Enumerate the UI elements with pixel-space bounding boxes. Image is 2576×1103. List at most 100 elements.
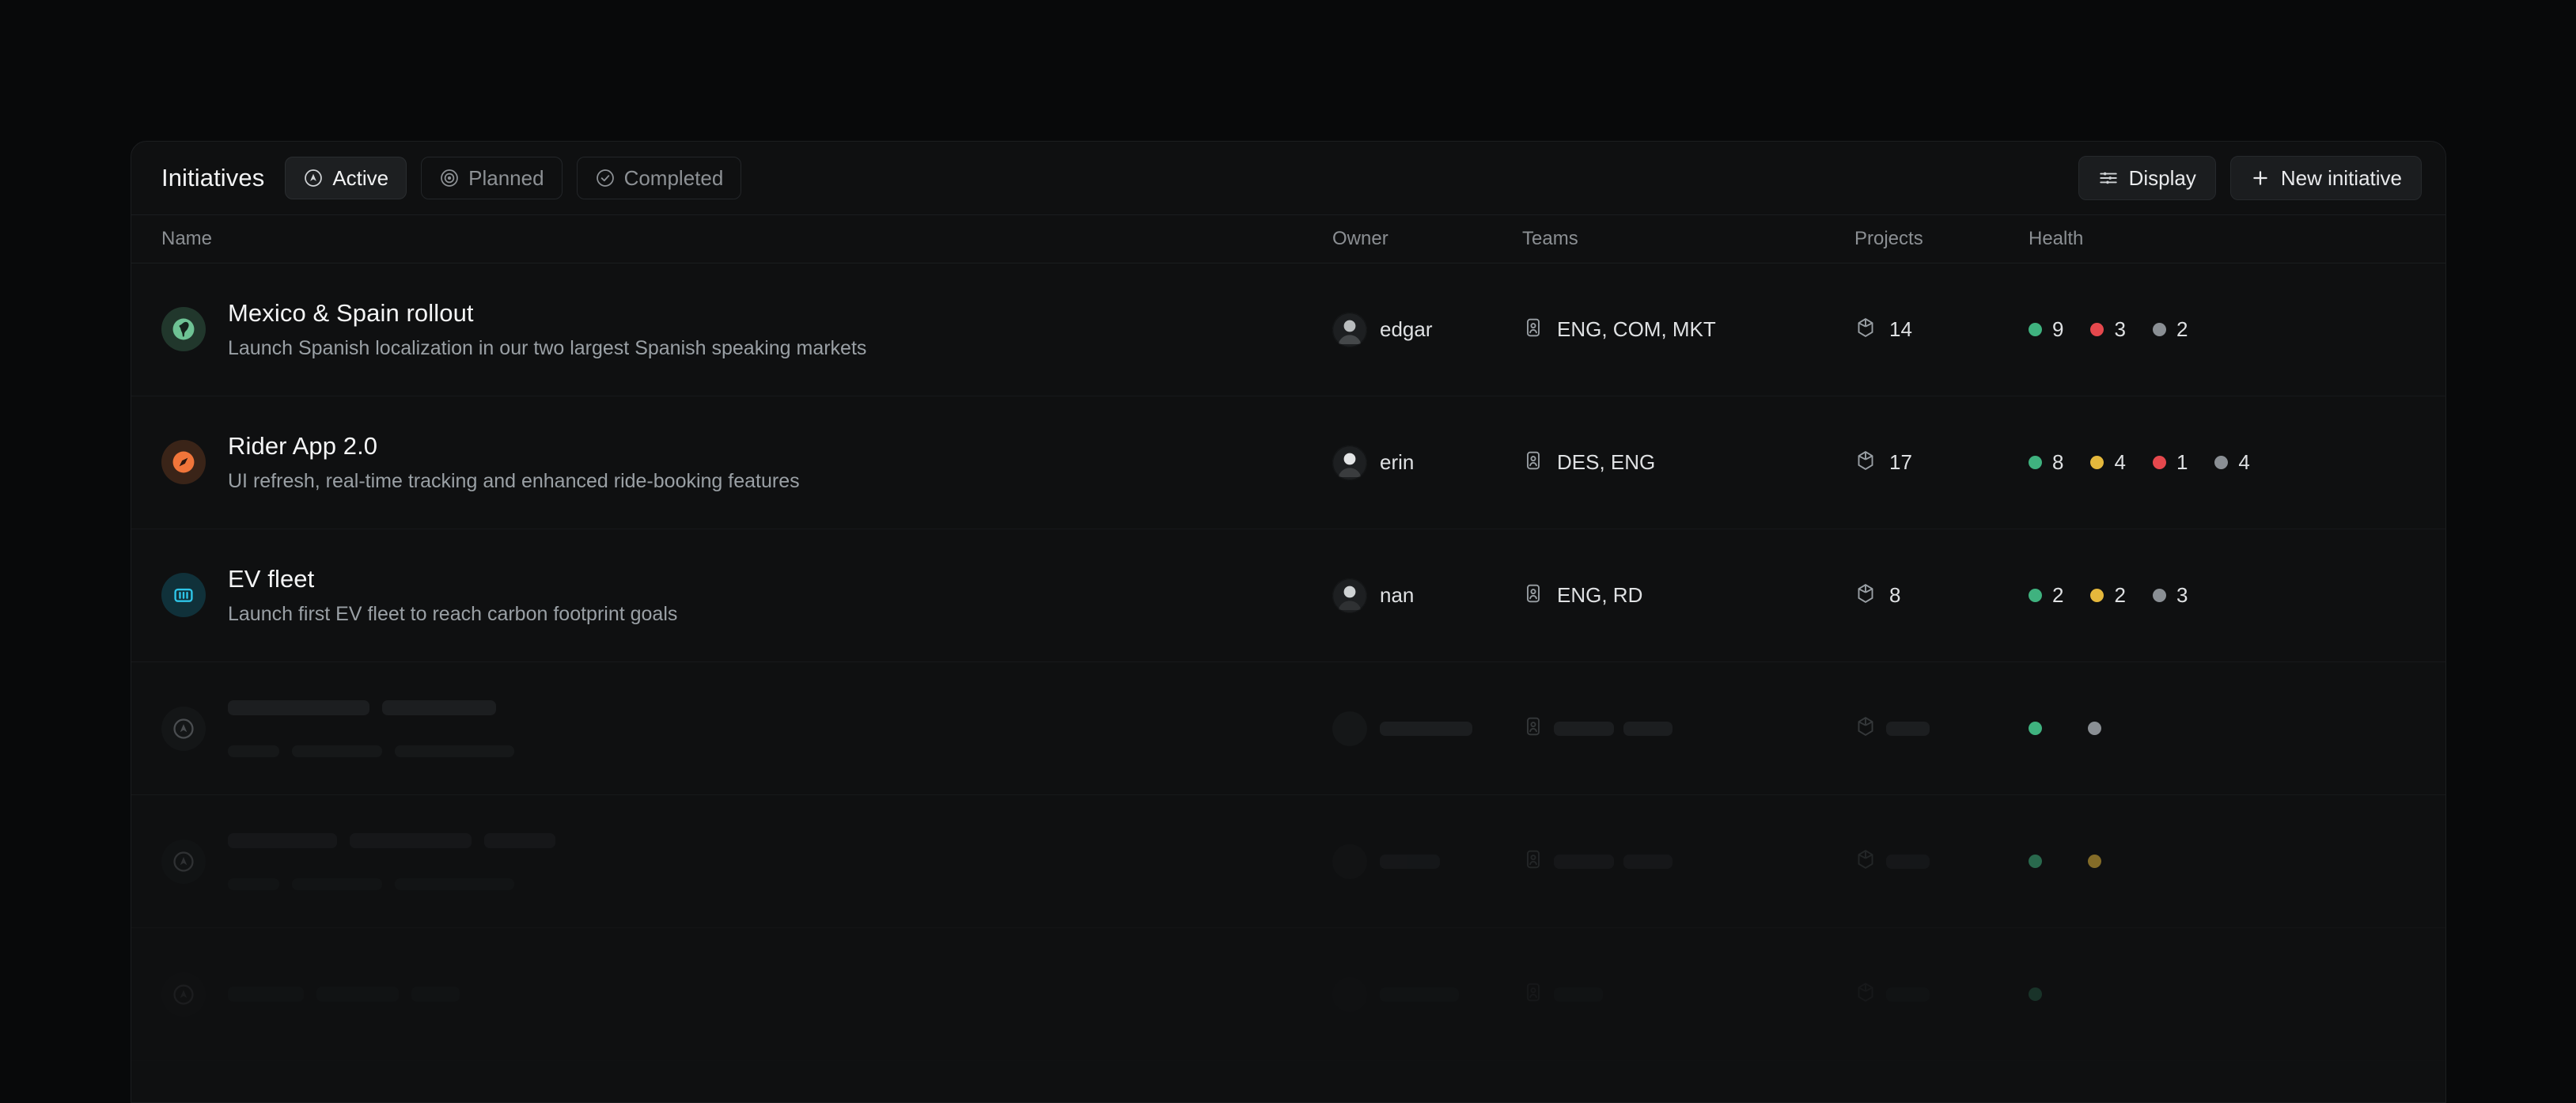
cell-projects[interactable]: 17: [1854, 449, 2029, 476]
app-root: Initiatives Active: [0, 0, 2576, 1103]
filter-tab-planned[interactable]: Planned: [421, 157, 562, 199]
skeleton-bar: [1554, 855, 1614, 869]
skeleton-desc-line: [228, 878, 555, 890]
column-header-teams[interactable]: Teams: [1522, 228, 1854, 250]
avatar-placeholder: [1332, 977, 1367, 1012]
project-cube-icon: [1854, 316, 1877, 343]
cell-owner[interactable]: edgar: [1332, 313, 1522, 347]
skeleton-bar: [1380, 855, 1440, 869]
health-count: 3: [2176, 583, 2188, 608]
team-badge-icon: [1522, 715, 1544, 741]
health-dot: [2153, 456, 2166, 469]
skeleton-bar: [1623, 722, 1673, 736]
health-dot: [2153, 589, 2166, 602]
project-cube-icon: [1854, 848, 1877, 874]
table-row-loading: [131, 795, 2445, 928]
projects-count: 8: [1889, 583, 1900, 608]
filter-tab-active[interactable]: Active: [285, 157, 407, 199]
initiative-description: UI refresh, real-time tracking and enhan…: [228, 470, 800, 493]
health-dot: [2090, 589, 2104, 602]
health-dot: [2214, 456, 2228, 469]
skeleton-bar: [395, 745, 514, 757]
target-circle-icon: [439, 168, 460, 188]
project-cube-icon: [1854, 715, 1877, 741]
table-row[interactable]: Rider App 2.0UI refresh, real-time track…: [131, 396, 2445, 529]
cell-name: EV fleetLaunch first EV fleet to reach c…: [161, 565, 1332, 625]
projects-count: 14: [1889, 317, 1912, 342]
cell-teams[interactable]: ENG, COM, MKT: [1522, 316, 1854, 343]
cell-teams: [1522, 981, 1854, 1007]
skeleton-bar: [1554, 987, 1603, 1002]
health-group: [2029, 987, 2042, 1001]
project-cube-icon: [1854, 981, 1877, 1007]
owner-name: erin: [1380, 450, 1414, 475]
health-dot: [2029, 855, 2042, 868]
cell-teams[interactable]: ENG, RD: [1522, 582, 1854, 608]
cell-name: [161, 700, 1332, 757]
cell-name: Mexico & Spain rolloutLaunch Spanish loc…: [161, 299, 1332, 359]
skeleton-title-line: [228, 987, 460, 1002]
skeleton-bar: [228, 745, 279, 757]
health-dot: [2029, 722, 2042, 735]
health-group: [2029, 855, 2101, 868]
health-item: 3: [2090, 317, 2125, 342]
initiatives-card: Initiatives Active: [131, 141, 2446, 1103]
cell-owner: [1332, 844, 1522, 879]
cell-projects: [1854, 981, 2029, 1007]
column-header-projects[interactable]: Projects: [1854, 228, 2029, 250]
health-item: 2: [2029, 583, 2063, 608]
display-button[interactable]: Display: [2078, 156, 2216, 200]
health-item: 9: [2029, 317, 2063, 342]
sliders-icon: [2098, 168, 2119, 188]
cell-projects[interactable]: 14: [1854, 316, 2029, 343]
teams-list: DES, ENG: [1557, 450, 1655, 475]
health-count: 2: [2052, 583, 2063, 608]
health-item: 2: [2153, 317, 2188, 342]
health-group: 223: [2029, 583, 2188, 608]
cell-name: [161, 833, 1332, 890]
initiative-description: Launch Spanish localization in our two l…: [228, 337, 866, 360]
health-count: 4: [2238, 450, 2249, 475]
avatar: [1332, 445, 1367, 480]
skeleton-bar: [228, 833, 337, 848]
health-dot: [2090, 456, 2104, 469]
column-header-name[interactable]: Name: [161, 228, 1332, 250]
cell-owner[interactable]: erin: [1332, 445, 1522, 480]
initiative-title: EV fleet: [228, 565, 314, 593]
cell-owner[interactable]: nan: [1332, 578, 1522, 613]
cell-projects[interactable]: 8: [1854, 582, 2029, 608]
skeleton-bar: [316, 987, 398, 1002]
skeleton-bar: [1886, 987, 1930, 1002]
cell-health: 9 3 2: [2029, 317, 2415, 342]
skeleton-name-block: [228, 833, 555, 890]
cell-health: 8 4 1 4: [2029, 450, 2415, 475]
health-item: 8: [2029, 450, 2063, 475]
cell-teams: [1522, 848, 1854, 874]
skeleton-bar: [350, 833, 472, 848]
filter-tab-active-label: Active: [332, 166, 388, 191]
health-count: 1: [2176, 450, 2188, 475]
cell-owner: [1332, 977, 1522, 1012]
new-initiative-button[interactable]: New initiative: [2230, 156, 2422, 200]
plus-icon: [2250, 168, 2271, 188]
health-dot: [2090, 323, 2104, 336]
cell-health: [2029, 855, 2415, 868]
team-badge-icon: [1522, 449, 1544, 476]
toolbar-right-group: Display New initiative: [2078, 156, 2422, 200]
new-initiative-button-label: New initiative: [2281, 166, 2402, 191]
filter-tab-completed[interactable]: Completed: [577, 157, 742, 199]
column-header-owner[interactable]: Owner: [1332, 228, 1522, 250]
check-circle-icon: [595, 168, 616, 188]
health-count: 3: [2114, 317, 2125, 342]
health-count: 9: [2052, 317, 2063, 342]
skeleton-bar: [228, 878, 279, 890]
cell-teams[interactable]: DES, ENG: [1522, 449, 1854, 476]
column-header-health[interactable]: Health: [2029, 228, 2415, 250]
table-row[interactable]: EV fleetLaunch first EV fleet to reach c…: [131, 529, 2445, 662]
cell-health: [2029, 987, 2415, 1001]
team-badge-icon: [1522, 981, 1544, 1007]
health-count: 4: [2114, 450, 2125, 475]
health-item: 3: [2153, 583, 2188, 608]
cell-projects: [1854, 848, 2029, 874]
table-row[interactable]: Mexico & Spain rolloutLaunch Spanish loc…: [131, 263, 2445, 396]
